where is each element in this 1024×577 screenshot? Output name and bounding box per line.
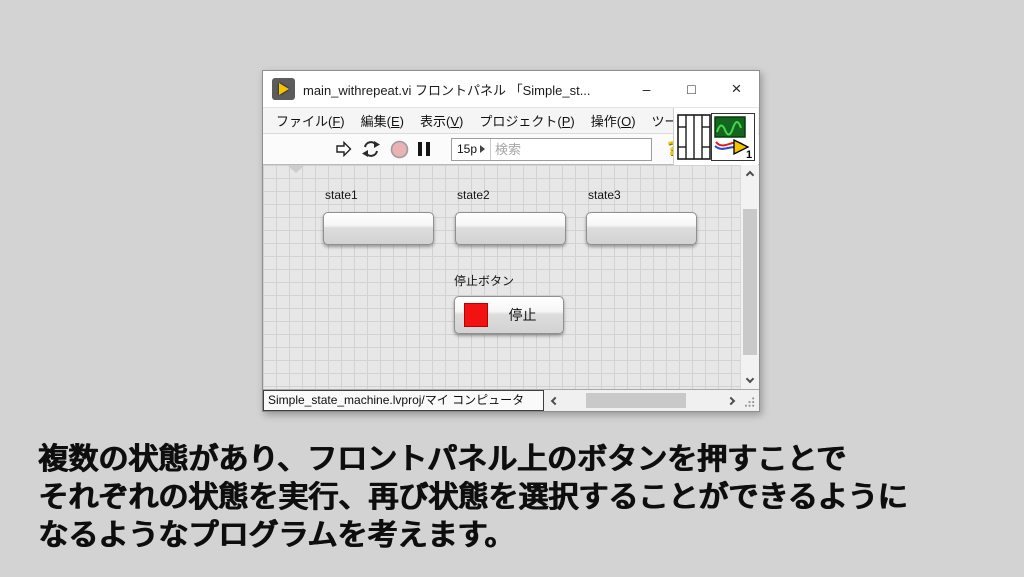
pause-icon (418, 142, 422, 156)
state3-label: state3 (588, 188, 697, 204)
chevron-right-icon (726, 396, 734, 404)
font-search-box: 15p (451, 138, 652, 161)
close-button[interactable]: × (714, 71, 759, 107)
menu-view[interactable]: 表示(V) (412, 111, 471, 130)
run-continuously-icon (361, 140, 381, 158)
state2-control: state2 (455, 188, 566, 245)
state3-button[interactable] (586, 212, 697, 245)
caption-line-3: なるようなプログラムを考えます。 (38, 517, 907, 555)
vi-icon-graphic: 1 (712, 114, 754, 160)
vi-icon-badge: 1 (746, 149, 752, 160)
horizontal-scrollbar-track[interactable] (564, 390, 721, 411)
connector-pane-icon[interactable] (677, 114, 711, 160)
state1-control: state1 (323, 188, 434, 245)
chevron-up-icon (746, 171, 754, 179)
vi-icon[interactable]: 1 (711, 113, 755, 161)
chevron-down-icon (746, 375, 754, 383)
abort-stop-icon (390, 140, 409, 159)
vertical-scrollbar-thumb[interactable] (743, 209, 757, 355)
caption-line-1: 複数の状態があり、フロントパネル上のボタンを押すことで (38, 441, 907, 479)
menu-file[interactable]: ファイル(F) (268, 111, 353, 130)
stop-control: 停止ボタン 停止 (452, 272, 564, 334)
stop-button-label: 停止ボタン (454, 272, 564, 288)
horizontal-scrollbar-thumb[interactable] (586, 393, 686, 408)
stop-button[interactable]: 停止 (454, 296, 564, 334)
scroll-left-button[interactable] (547, 390, 562, 411)
scroll-up-button[interactable] (741, 167, 759, 183)
pause-button[interactable] (418, 142, 430, 156)
caption-line-2: それぞれの状態を実行、再び状態を選択することができるように (38, 479, 907, 517)
horizontal-scrollbar[interactable] (544, 390, 741, 411)
titlebar: main_withrepeat.vi フロントパネル 「Simple_st...… (263, 71, 759, 107)
state1-label: state1 (325, 188, 434, 204)
vertical-scrollbar[interactable] (740, 165, 759, 389)
run-arrow-icon (335, 141, 352, 157)
icon-cluster: 1 (673, 108, 758, 165)
chevron-left-icon (550, 396, 558, 404)
stop-button-text: 停止 (488, 305, 563, 325)
play-triangle-icon (279, 83, 289, 95)
slide-background: main_withrepeat.vi フロントパネル 「Simple_st...… (0, 0, 1024, 577)
caption-text: 複数の状態があり、フロントパネル上のボタンを押すことで それぞれの状態を実行、再… (38, 441, 907, 555)
abort-button[interactable] (390, 140, 409, 159)
window-title: main_withrepeat.vi フロントパネル 「Simple_st... (303, 80, 624, 99)
state1-button[interactable] (323, 212, 434, 245)
minimize-button[interactable]: – (624, 71, 669, 107)
menu-project[interactable]: プロジェクト(P) (471, 111, 582, 130)
state2-label: state2 (457, 188, 566, 204)
resize-grip[interactable] (741, 390, 759, 411)
stop-red-square-icon (464, 303, 488, 327)
labview-front-panel-window: main_withrepeat.vi フロントパネル 「Simple_st...… (262, 70, 760, 412)
font-size-value: 15p (457, 142, 477, 156)
state3-control: state3 (586, 188, 697, 245)
menu-operate[interactable]: 操作(O) (583, 111, 644, 130)
font-size-selector[interactable]: 15p (452, 139, 491, 160)
panel-origin-marker-icon (287, 165, 305, 173)
scroll-right-button[interactable] (723, 390, 738, 411)
dropdown-arrow-icon (480, 145, 485, 153)
state2-button[interactable] (455, 212, 566, 245)
search-input[interactable] (491, 139, 675, 160)
labview-app-icon (272, 78, 295, 100)
run-button[interactable] (335, 141, 352, 157)
maximize-button[interactable]: □ (669, 71, 714, 107)
front-panel: state1 state2 state3 停止ボタン 停止 (263, 165, 759, 389)
menu-edit[interactable]: 編集(E) (353, 111, 412, 130)
resize-grip-icon (745, 397, 755, 408)
project-context-selector[interactable]: Simple_state_machine.lvproj/マイ コンピュータ (263, 390, 544, 411)
scroll-down-button[interactable] (741, 371, 759, 387)
run-continuously-button[interactable] (361, 140, 381, 158)
statusbar: Simple_state_machine.lvproj/マイ コンピュータ (263, 389, 759, 411)
